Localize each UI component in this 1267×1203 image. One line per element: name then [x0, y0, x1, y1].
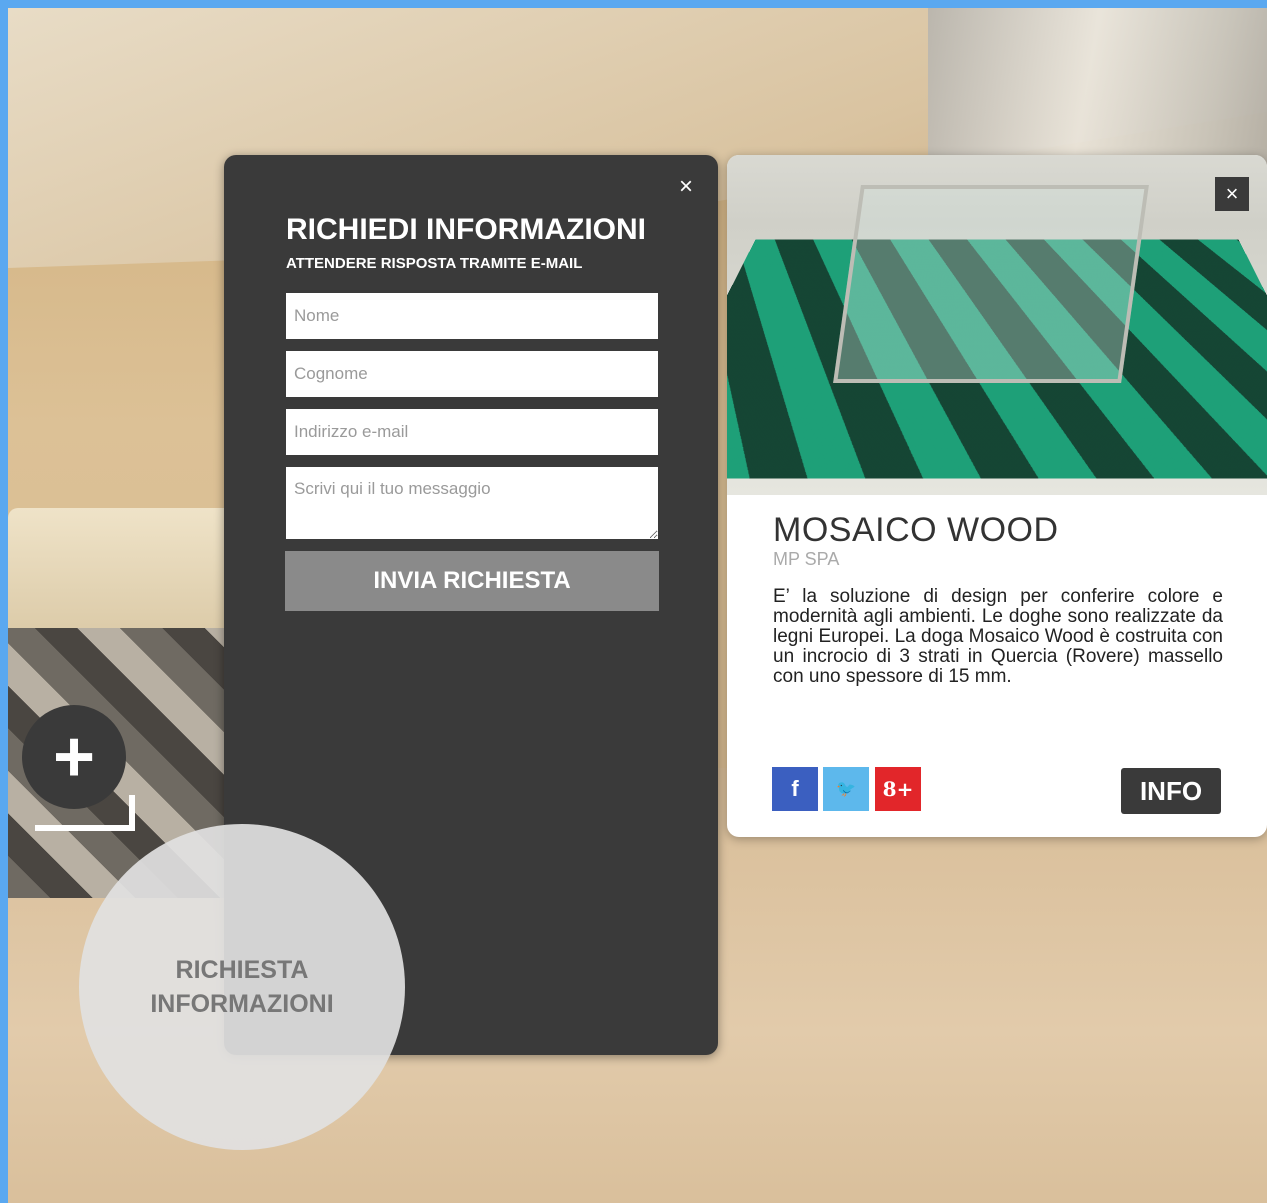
corner-marker: [35, 795, 135, 831]
twitter-icon: 🐦: [836, 781, 856, 798]
add-hotspot-button[interactable]: +: [22, 705, 126, 809]
product-card: × MOSAICO WOOD MP SPA E’ la soluzione di…: [727, 155, 1267, 837]
close-card-button[interactable]: ×: [1215, 177, 1249, 211]
close-form-button[interactable]: ×: [674, 175, 698, 199]
googleplus-icon: 8+: [882, 777, 914, 801]
cognome-input[interactable]: [286, 351, 658, 397]
twitter-share-button[interactable]: 🐦: [823, 767, 869, 811]
form-subtitle: ATTENDERE RISPOSTA TRAMITE E-MAIL: [286, 255, 583, 272]
product-description: E’ la soluzione di design per conferire …: [773, 586, 1223, 687]
form-title: RICHIEDI INFORMAZIONI: [286, 213, 646, 246]
glass-table-image: [833, 185, 1149, 383]
facebook-share-button[interactable]: f: [772, 767, 818, 811]
product-image: [727, 155, 1267, 495]
bubble-line-1: RICHIESTA: [175, 956, 309, 984]
email-input[interactable]: [286, 409, 658, 455]
facebook-icon: f: [791, 776, 799, 801]
product-brand: MP SPA: [773, 549, 840, 569]
left-accent-bar: [0, 0, 8, 1203]
googleplus-share-button[interactable]: 8+: [875, 767, 921, 811]
info-button[interactable]: INFO: [1121, 768, 1221, 814]
bubble-line-2: INFORMAZIONI: [150, 990, 334, 1018]
nome-input[interactable]: [286, 293, 658, 339]
request-info-bubble[interactable]: RICHIESTA INFORMAZIONI: [79, 824, 405, 1150]
message-textarea[interactable]: [286, 467, 658, 539]
plus-icon: +: [52, 717, 96, 797]
top-accent-bar: [0, 0, 1267, 8]
product-title: MOSAICO WOOD: [773, 511, 1059, 549]
submit-button[interactable]: INVIA RICHIESTA: [285, 551, 659, 611]
